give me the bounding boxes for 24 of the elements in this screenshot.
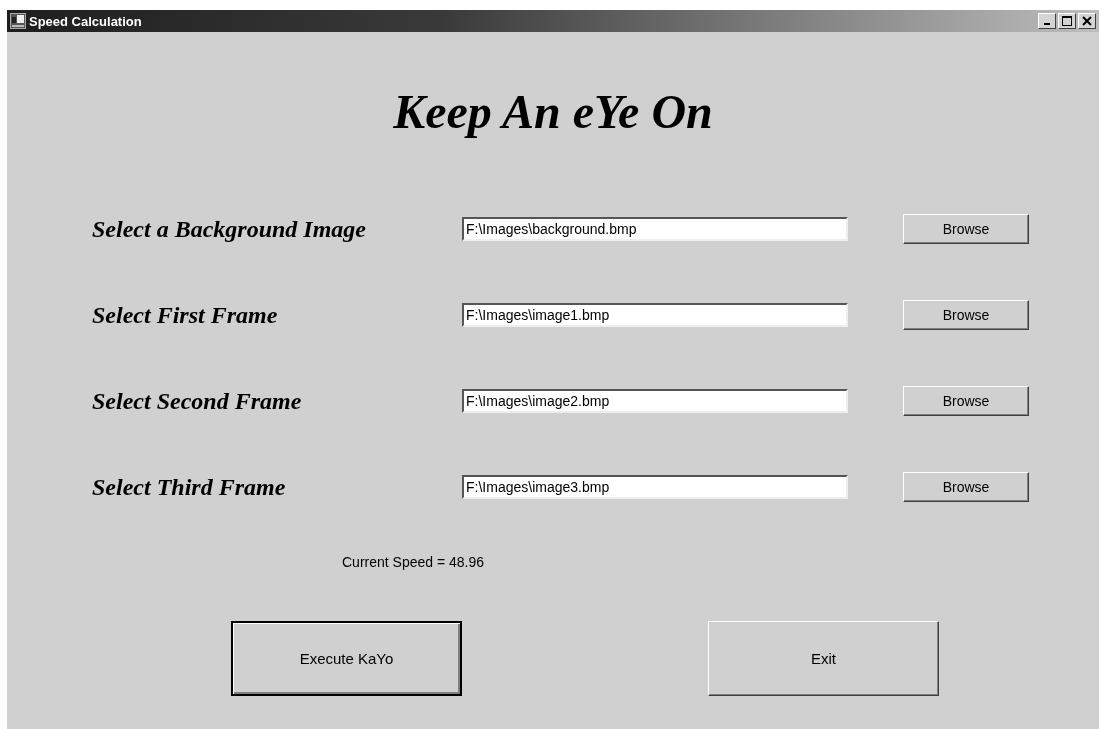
speed-readout: Current Speed = 48.96 — [342, 554, 485, 570]
browse-button[interactable]: Browse — [903, 386, 1029, 416]
browse-button[interactable]: Browse — [903, 472, 1029, 502]
app-heading: Keep An eYe On — [393, 84, 713, 139]
minimize-button[interactable] — [1038, 13, 1056, 29]
exit-button[interactable]: Exit — [708, 621, 939, 696]
execute-button[interactable]: Execute KaYo — [231, 621, 462, 696]
field-label: Select Second Frame — [92, 387, 302, 415]
maximize-button[interactable] — [1058, 13, 1076, 29]
file-path-field[interactable]: F:\Images\image3.bmp — [462, 475, 848, 499]
field-label: Select a Background Image — [92, 215, 366, 243]
file-path-field[interactable]: F:\Images\image2.bmp — [462, 389, 848, 413]
maximize-icon — [1062, 16, 1072, 26]
file-path-field[interactable]: F:\Images\background.bmp — [462, 217, 848, 241]
window-icon — [10, 13, 26, 29]
close-icon — [1082, 16, 1092, 26]
browse-button[interactable]: Browse — [903, 214, 1029, 244]
browse-button[interactable]: Browse — [903, 300, 1029, 330]
minimize-icon — [1044, 23, 1050, 25]
file-path-field[interactable]: F:\Images\image1.bmp — [462, 303, 848, 327]
close-button[interactable] — [1078, 13, 1096, 29]
window-title: Speed Calculation — [29, 13, 142, 29]
field-label: Select First Frame — [92, 301, 278, 329]
field-label: Select Third Frame — [92, 473, 286, 501]
